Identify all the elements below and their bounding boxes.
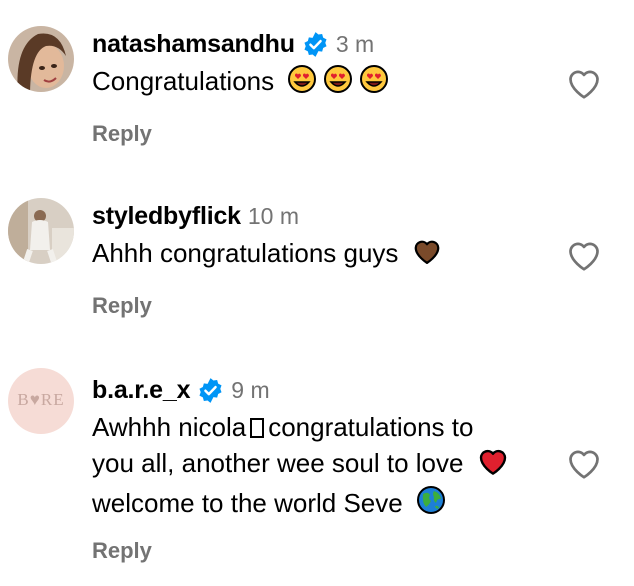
comment-text: Ahhh congratulations guys: [92, 235, 554, 274]
red-heart-icon: [477, 446, 509, 485]
avatar[interactable]: [8, 198, 74, 264]
comment-body: Congratulations: [92, 66, 275, 96]
brown-heart-icon: [412, 237, 442, 274]
globe-icon: [416, 485, 446, 524]
like-heart-icon[interactable]: [566, 66, 602, 100]
reply-button[interactable]: Reply: [92, 293, 152, 319]
heart-eyes-face-icon: [323, 64, 353, 103]
avatar-logo-text: B♥RE: [17, 390, 65, 409]
comment-item: B♥RE b.a.r.e_x 9 m Awhhh nicola congratul…: [0, 344, 634, 586]
like-heart-icon[interactable]: [566, 238, 602, 272]
comment-text: Awhhh nicola congratulations to you all, …: [92, 409, 554, 524]
like-heart-icon[interactable]: [566, 446, 602, 480]
avatar-photo: [8, 26, 74, 92]
comment-line: Awhhh nicola congratulations to: [92, 409, 554, 445]
verified-badge-icon: [197, 377, 224, 404]
missing-glyph-icon: [250, 418, 265, 438]
avatar[interactable]: [8, 26, 74, 92]
comment-item: styledbyflick 10 m Ahhh congratulations …: [0, 172, 634, 342]
heart-eyes-face-icon: [287, 64, 317, 103]
comment-body: congratulations to: [268, 412, 474, 442]
comment-username[interactable]: b.a.r.e_x: [92, 376, 190, 405]
comment-username[interactable]: natashamsandhu: [92, 30, 295, 59]
comment-body: Ahhh congratulations guys: [92, 238, 399, 268]
comment-timestamp: 10 m: [247, 202, 299, 229]
comment-body: Awhhh nicola: [92, 412, 247, 442]
avatar-photo: [8, 198, 74, 264]
comment-line: welcome to the world Seve: [92, 485, 554, 525]
comment-text: Congratulations: [92, 63, 554, 103]
comment-username[interactable]: styledbyflick: [92, 202, 241, 231]
comment-line: you all, another wee soul to love: [92, 445, 554, 485]
comment-timestamp: 9 m: [231, 376, 270, 403]
comment-item: natashamsandhu 3 m Congratulations Reply: [0, 0, 634, 170]
comment-body: you all, another wee soul to love: [92, 448, 464, 478]
reply-button[interactable]: Reply: [92, 538, 152, 564]
avatar[interactable]: B♥RE: [8, 368, 74, 434]
heart-eyes-face-icon: [359, 64, 389, 103]
comment-timestamp: 3 m: [335, 30, 375, 57]
comment-body: welcome to the world Seve: [92, 487, 403, 518]
reply-button[interactable]: Reply: [92, 121, 152, 147]
verified-badge-icon: [302, 31, 329, 58]
